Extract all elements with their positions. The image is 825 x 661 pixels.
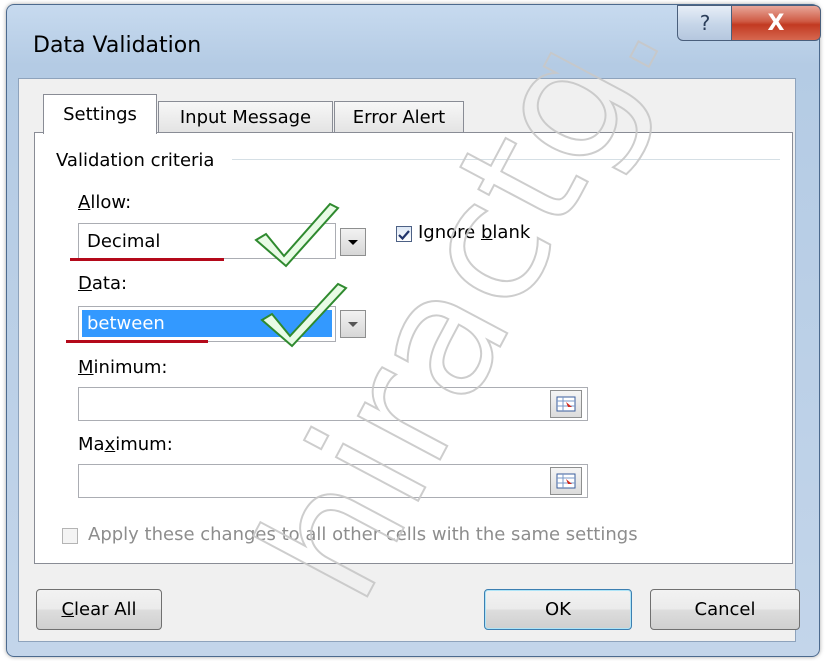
minimum-label: Minimum: (78, 357, 167, 378)
apply-to-all-checkbox[interactable] (62, 528, 78, 544)
allow-label-rest: llow: (90, 192, 132, 213)
minimum-label-rest: inimum: (93, 357, 168, 378)
settings-panel (34, 132, 793, 564)
ignore-blank-post: lank (492, 222, 531, 243)
ignore-blank-label: Ignore blank (418, 222, 530, 243)
help-icon: ? (699, 11, 711, 35)
validation-criteria-label: Validation criteria (56, 150, 215, 171)
tab-error-alert[interactable]: Error Alert (334, 101, 464, 133)
data-label: Data: (78, 273, 127, 294)
chevron-down-icon (348, 239, 358, 245)
apply-to-all-label: Apply these changes to all other cells w… (88, 524, 638, 545)
maximum-label: Maximum: (78, 434, 173, 455)
data-mnemonic: D (78, 273, 92, 294)
red-underline-annotation (66, 340, 208, 343)
close-button[interactable]: X (731, 5, 821, 41)
ignore-blank-pre: Ignore (418, 222, 481, 243)
allow-label: Allow: (78, 192, 131, 213)
maximum-pre: Ma (78, 434, 105, 455)
tab-input-message[interactable]: Input Message (158, 101, 333, 133)
allow-value: Decimal (87, 231, 161, 252)
allow-dropdown-button[interactable] (340, 228, 366, 256)
maximum-mnemonic: x (104, 434, 116, 455)
tab-input-message-label: Input Message (179, 107, 312, 128)
checkmark-icon (398, 230, 410, 241)
group-divider (232, 159, 780, 160)
ok-button[interactable]: OK (484, 589, 632, 630)
clear-all-rest: lear All (74, 599, 137, 620)
clear-all-button[interactable]: Clear All (36, 589, 162, 630)
clear-all-mnemonic: C (61, 599, 75, 620)
tab-settings-label: Settings (63, 104, 137, 125)
close-icon: X (767, 10, 785, 36)
minimum-range-selector-button[interactable] (550, 390, 582, 418)
tab-settings[interactable]: Settings (43, 94, 157, 134)
maximum-post: imum: (115, 434, 173, 455)
allow-mnemonic: A (78, 192, 91, 213)
cancel-label: Cancel (694, 599, 756, 620)
dialog-title: Data Validation (33, 33, 202, 58)
green-check-annotation-icon (260, 282, 348, 348)
ignore-blank-mnemonic: b (480, 222, 493, 243)
data-label-rest: ata: (91, 273, 128, 294)
help-button[interactable]: ? (677, 5, 733, 41)
range-select-icon (556, 396, 576, 412)
maximum-range-selector-button[interactable] (550, 467, 582, 495)
red-underline-annotation (70, 258, 224, 261)
minimum-input[interactable] (78, 387, 588, 421)
ignore-blank-checkbox[interactable] (396, 226, 412, 242)
ok-label: OK (545, 599, 571, 620)
range-select-icon (556, 473, 576, 489)
tab-error-alert-label: Error Alert (352, 107, 446, 128)
cancel-button[interactable]: Cancel (650, 589, 800, 630)
maximum-input[interactable] (78, 464, 588, 498)
green-check-annotation-icon (254, 202, 340, 268)
minimum-mnemonic: M (78, 357, 94, 378)
data-value: between (87, 313, 165, 334)
